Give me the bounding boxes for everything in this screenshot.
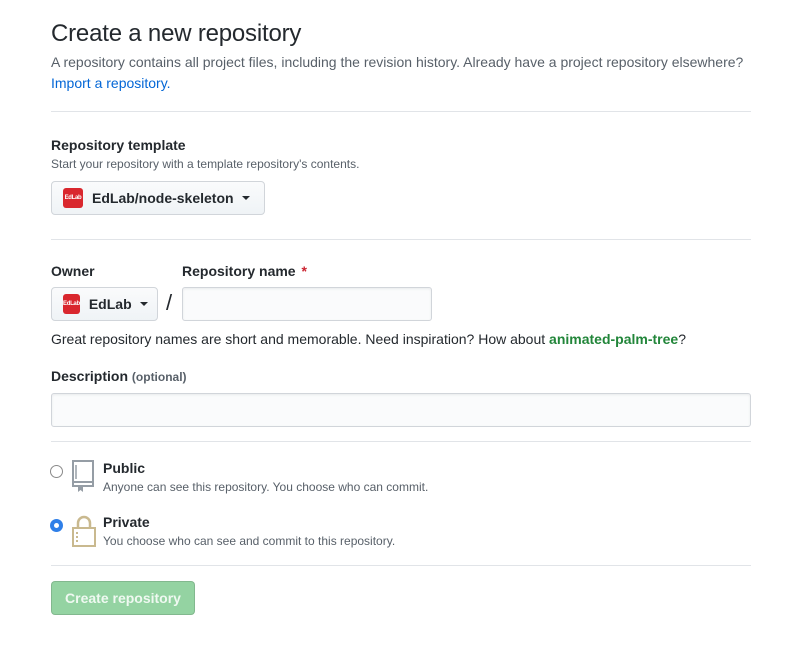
private-radio[interactable] — [50, 519, 63, 532]
divider — [51, 565, 751, 566]
repo-icon — [72, 460, 94, 492]
edlab-logo-icon: EdLab — [63, 188, 83, 208]
edlab-logo-icon: EdLab — [63, 294, 80, 314]
optional-tag: (optional) — [131, 370, 187, 384]
description-label-text: Description — [51, 368, 129, 384]
public-description: Anyone can see this repository. You choo… — [103, 480, 429, 494]
page-title: Create a new repository — [51, 20, 302, 47]
template-label: Repository template — [51, 137, 186, 153]
divider — [51, 441, 751, 442]
divider — [51, 239, 751, 240]
create-repository-button[interactable]: Create repository — [51, 581, 195, 615]
template-selected: EdLab/node-skeleton — [92, 190, 234, 206]
repository-name-input[interactable] — [182, 287, 432, 321]
description-input[interactable] — [51, 393, 751, 427]
lock-icon — [72, 515, 96, 547]
repo-name-label: Repository name * — [182, 263, 307, 279]
owner-label: Owner — [51, 263, 95, 279]
inspiration-text: Great repository names are short and mem… — [51, 331, 546, 347]
description-label: Description (optional) — [51, 368, 187, 384]
public-title: Public — [103, 460, 146, 476]
page-subtitle: A repository contains all project files,… — [51, 52, 751, 94]
subtitle-text: A repository contains all project files,… — [51, 54, 744, 70]
private-title: Private — [103, 514, 150, 530]
owner-selected: EdLab — [88, 296, 132, 312]
inspiration-suffix: ? — [678, 331, 686, 347]
import-repository-link[interactable]: Import a repository. — [51, 75, 171, 91]
owner-select-button[interactable]: EdLab EdLab — [51, 287, 158, 321]
caret-down-icon — [241, 196, 250, 200]
name-suggestion-link[interactable]: animated-palm-tree — [549, 331, 678, 347]
template-select-button[interactable]: EdLab EdLab/node-skeleton — [51, 181, 265, 215]
owner-name-separator: / — [166, 290, 173, 315]
required-mark: * — [301, 263, 307, 279]
repo-name-label-text: Repository name — [182, 263, 296, 279]
public-radio[interactable] — [50, 465, 63, 478]
private-description: You choose who can see and commit to thi… — [103, 534, 396, 548]
divider — [51, 111, 751, 112]
caret-down-icon — [139, 302, 148, 306]
name-inspiration: Great repository names are short and mem… — [51, 331, 686, 347]
template-note: Start your repository with a template re… — [51, 157, 360, 171]
